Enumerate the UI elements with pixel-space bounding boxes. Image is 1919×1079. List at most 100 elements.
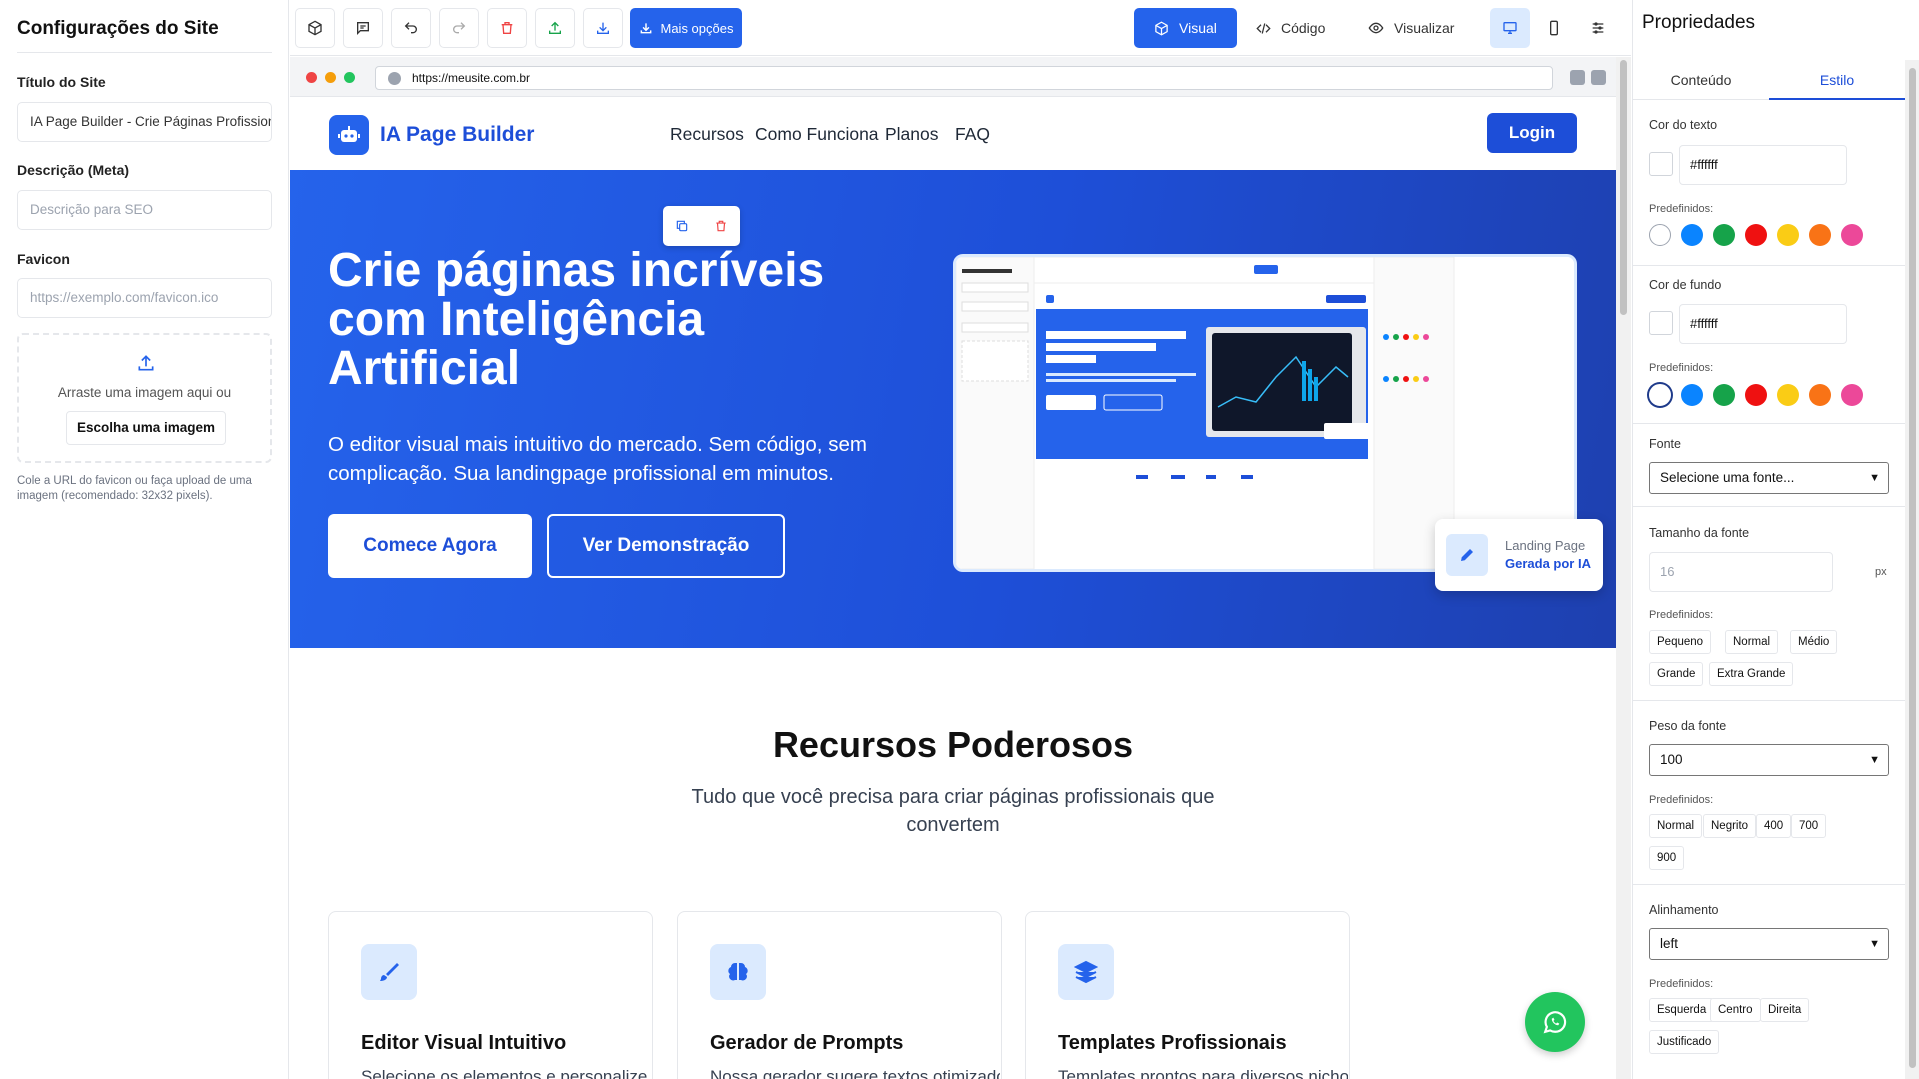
whatsapp-button[interactable]: [1525, 992, 1585, 1052]
text-color-swatch[interactable]: [1649, 152, 1673, 176]
bg-color-input[interactable]: #ffffff: [1679, 304, 1847, 344]
cta-secondary-button[interactable]: Ver Demonstração: [547, 514, 785, 578]
text-color-input[interactable]: #ffffff: [1679, 145, 1847, 185]
size-preset-large[interactable]: Grande: [1649, 662, 1704, 686]
favicon-hint: Cole a URL do favicon ou faça upload de …: [17, 475, 252, 502]
bg-color-swatch[interactable]: [1649, 311, 1673, 335]
color-preset-swatch[interactable]: [1777, 224, 1799, 246]
align-preset-right[interactable]: Direita: [1760, 998, 1810, 1022]
copy-icon[interactable]: [675, 219, 689, 233]
tab-style[interactable]: Estilo: [1769, 60, 1905, 100]
weight-preset-700[interactable]: 700: [1791, 814, 1827, 838]
presets-label: Predefinidos:: [1649, 203, 1714, 215]
color-preset-swatch[interactable]: [1681, 384, 1703, 406]
font-select[interactable]: Selecione uma fonte... ▼: [1649, 462, 1889, 494]
hero-title[interactable]: Crie páginas incríveis com Inteligência …: [328, 246, 868, 393]
weight-preset-normal[interactable]: Normal: [1649, 814, 1703, 838]
divider: [1633, 884, 1905, 885]
site-logo[interactable]: IA Page Builder: [329, 115, 534, 155]
site-title-input[interactable]: IA Page Builder - Crie Páginas Profissio…: [17, 102, 272, 142]
color-preset-swatch[interactable]: [1745, 224, 1767, 246]
brush-icon: [361, 944, 417, 1000]
undo-icon: [404, 22, 417, 34]
canvas-scrollbar[interactable]: [1616, 57, 1631, 1079]
weight-preset-400[interactable]: 400: [1756, 814, 1792, 838]
export-button[interactable]: [535, 8, 575, 48]
undo-button[interactable]: [391, 8, 431, 48]
settings-button[interactable]: [1578, 8, 1618, 48]
download-icon: [640, 23, 651, 34]
badge-line2: Gerada por IA: [1505, 556, 1591, 571]
site-title-label: Título do Site: [17, 74, 106, 90]
color-preset-swatch[interactable]: [1841, 384, 1863, 406]
mobile-view-button[interactable]: [1534, 8, 1574, 48]
properties-scrollbar[interactable]: [1905, 60, 1919, 1079]
login-button[interactable]: Login: [1487, 113, 1577, 153]
size-preset-small[interactable]: Pequeno: [1649, 630, 1712, 654]
nav-link-recursos[interactable]: Recursos: [670, 124, 744, 145]
color-preset-swatch[interactable]: [1713, 384, 1735, 406]
weight-preset-bold[interactable]: Negrito: [1703, 814, 1757, 838]
feature-card[interactable]: Editor Visual Intuitivo Selecione os ele…: [328, 911, 653, 1079]
cta-primary-button[interactable]: Comece Agora: [328, 514, 532, 578]
hero-section[interactable]: Crie páginas incríveis com Inteligência …: [290, 170, 1616, 648]
description-input[interactable]: Descrição para SEO: [17, 190, 272, 230]
color-preset-swatch[interactable]: [1841, 224, 1863, 246]
font-weight-select[interactable]: 100 ▼: [1649, 744, 1889, 776]
brand-name: IA Page Builder: [380, 123, 535, 146]
size-preset-normal[interactable]: Normal: [1725, 630, 1779, 654]
code-icon: [1256, 22, 1271, 34]
font-size-input[interactable]: 16: [1649, 552, 1833, 592]
mode-code-button[interactable]: Código: [1236, 8, 1345, 48]
chevron-down-icon: ▼: [1869, 472, 1880, 484]
align-preset-left[interactable]: Esquerda: [1649, 998, 1715, 1022]
color-preset-swatch[interactable]: [1649, 224, 1671, 246]
color-preset-swatch[interactable]: [1777, 384, 1799, 406]
color-preset-swatch[interactable]: [1809, 384, 1831, 406]
download-button[interactable]: [583, 8, 623, 48]
size-preset-medium[interactable]: Médio: [1790, 630, 1838, 654]
nav-link-planos[interactable]: Planos: [885, 124, 939, 145]
hero-subtitle[interactable]: O editor visual mais intuitivo do mercad…: [328, 430, 868, 488]
alignment-select[interactable]: left ▼: [1649, 928, 1889, 960]
browser-control-icon: [1591, 70, 1606, 85]
robot-icon: [329, 115, 369, 155]
features-title[interactable]: Recursos Poderosos: [290, 724, 1616, 766]
align-preset-center[interactable]: Centro: [1710, 998, 1761, 1022]
trash-icon[interactable]: [714, 219, 728, 233]
chevron-down-icon: ▼: [1869, 938, 1880, 950]
weight-preset-900[interactable]: 900: [1649, 846, 1685, 870]
favicon-dropzone[interactable]: Arraste uma imagem aqui ou Escolha uma i…: [17, 333, 272, 463]
feature-card[interactable]: Templates Profissionais Templates pronto…: [1025, 911, 1350, 1079]
cube-button[interactable]: [295, 8, 335, 48]
site-settings-panel: Configurações do Site Título do Site IA …: [0, 0, 289, 1079]
color-preset-swatch[interactable]: [1681, 224, 1703, 246]
color-preset-swatch[interactable]: [1809, 224, 1831, 246]
mode-visual-button[interactable]: Visual: [1134, 8, 1237, 48]
color-preset-swatch[interactable]: [1649, 384, 1671, 406]
size-preset-extra-large[interactable]: Extra Grande: [1709, 662, 1794, 686]
phone-icon: [1550, 20, 1558, 36]
nav-link-faq[interactable]: FAQ: [955, 124, 990, 145]
mode-preview-button[interactable]: Visualizar: [1348, 8, 1474, 48]
brain-icon: [710, 944, 766, 1000]
align-preset-justify[interactable]: Justificado: [1649, 1030, 1720, 1054]
color-preset-swatch[interactable]: [1745, 384, 1767, 406]
nav-link-como-funciona[interactable]: Como Funciona: [755, 124, 879, 145]
delete-button[interactable]: [487, 8, 527, 48]
presets-label: Predefinidos:: [1649, 978, 1714, 990]
features-subtitle[interactable]: Tudo que você precisa para criar páginas…: [680, 783, 1226, 839]
favicon-url-input[interactable]: https://exemplo.com/favicon.ico: [17, 278, 272, 318]
feature-card[interactable]: Gerador de Prompts Nossa gerador sugere …: [677, 911, 1002, 1079]
comment-button[interactable]: [343, 8, 383, 48]
drop-text: Arraste uma imagem aqui ou: [57, 385, 232, 400]
upload-icon: [549, 21, 561, 34]
choose-image-button[interactable]: Escolha uma imagem: [66, 411, 226, 445]
tab-content[interactable]: Conteúdo: [1633, 60, 1769, 100]
color-preset-swatch[interactable]: [1713, 224, 1735, 246]
globe-icon: [388, 72, 401, 85]
desktop-view-button[interactable]: [1490, 8, 1530, 48]
redo-button[interactable]: [439, 8, 479, 48]
comment-icon: [357, 22, 369, 35]
more-options-button[interactable]: Mais opções: [630, 8, 742, 48]
